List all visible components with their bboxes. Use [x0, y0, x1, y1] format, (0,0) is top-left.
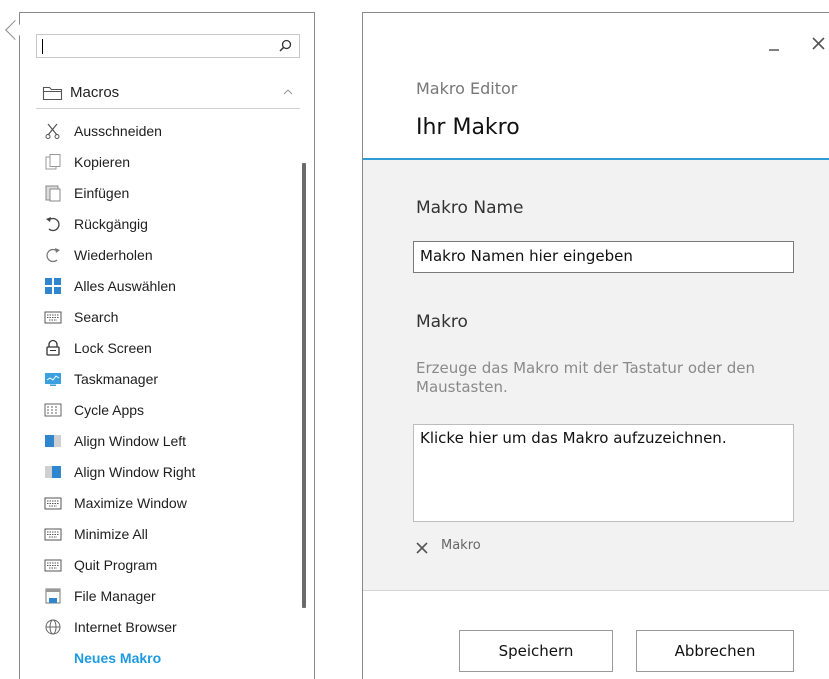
item-label: Wiederholen: [74, 246, 153, 263]
dialog-title: Ihr Makro: [416, 115, 520, 140]
list-item[interactable]: Kopieren: [44, 146, 296, 177]
macro-record-area[interactable]: Klicke hier um das Makro aufzuzeichnen.: [413, 424, 794, 522]
monitor-icon: [44, 370, 62, 388]
item-label: Align Window Right: [74, 463, 196, 480]
item-label: Lock Screen: [74, 339, 152, 356]
list-item[interactable]: Wiederholen: [44, 239, 296, 270]
search-input[interactable]: [36, 34, 300, 58]
macro-name-field[interactable]: Makro Namen hier eingeben: [413, 241, 794, 273]
apps-grid-icon: [44, 401, 62, 419]
list-item[interactable]: Align Window Left: [44, 425, 296, 456]
list-item[interactable]: Taskmanager: [44, 363, 296, 394]
keyboard-icon: [44, 494, 62, 512]
item-label: Align Window Left: [74, 432, 187, 449]
macro-chip: Makro: [415, 537, 481, 555]
item-label: Taskmanager: [74, 370, 159, 387]
item-label: Minimize All: [74, 525, 148, 542]
macro-list-panel: Macros Ausschneiden Kopieren Einfügen Rü…: [19, 12, 315, 679]
item-label: File Manager: [74, 587, 156, 604]
text-caret: [42, 39, 43, 54]
item-label: Alles Auswählen: [74, 277, 176, 294]
macro-name-label: Makro Name: [416, 198, 524, 218]
macro-hint: Erzeuge das Makro mit der Tastatur oder …: [416, 359, 755, 396]
lock-icon: [44, 339, 62, 357]
list-item[interactable]: Alles Auswählen: [44, 270, 296, 301]
item-label: Ausschneiden: [74, 122, 162, 139]
select-all-icon: [44, 277, 62, 295]
macro-label: Makro: [416, 312, 468, 332]
list-item[interactable]: Maximize Window: [44, 487, 296, 518]
chip-label: Makro: [441, 537, 481, 553]
list-item[interactable]: Lock Screen: [44, 332, 296, 363]
keyboard-icon: [44, 525, 62, 543]
list-item[interactable]: Internet Browser: [44, 611, 296, 642]
minimize-button[interactable]: [763, 33, 785, 55]
scissors-icon: [44, 122, 62, 140]
item-label: Kopieren: [74, 153, 131, 170]
macros-group-header[interactable]: Macros: [36, 77, 300, 109]
macro-editor-dialog: Makro Editor Ihr Makro Makro Name Makro …: [362, 12, 829, 679]
folder-icon: [42, 86, 63, 100]
item-label: Search: [74, 308, 119, 325]
keyboard-icon: [44, 308, 62, 326]
copy-icon: [44, 153, 62, 171]
list-item[interactable]: Align Window Right: [44, 456, 296, 487]
list-item[interactable]: Minimize All: [44, 518, 296, 549]
redo-icon: [44, 246, 62, 264]
cancel-button[interactable]: Abbrechen: [636, 630, 794, 672]
item-label: Quit Program: [74, 556, 158, 573]
item-label: Internet Browser: [74, 618, 177, 635]
list-item[interactable]: Ausschneiden: [44, 115, 296, 146]
list-item[interactable]: Einfügen: [44, 177, 296, 208]
scrollbar[interactable]: [302, 163, 306, 608]
chevron-up-icon[interactable]: [282, 86, 294, 98]
list-item[interactable]: File Manager: [44, 580, 296, 611]
macros-group-label: Macros: [70, 84, 120, 101]
list-item[interactable]: Quit Program: [44, 549, 296, 580]
item-label: Einfügen: [74, 184, 130, 201]
remove-icon[interactable]: [415, 541, 429, 555]
save-button[interactable]: Speichern: [459, 630, 613, 672]
dialog-subtitle: Makro Editor: [416, 79, 518, 98]
globe-icon: [44, 618, 62, 636]
paste-icon: [44, 184, 62, 202]
item-label: Rückgängig: [74, 215, 148, 232]
list-item[interactable]: Search: [44, 301, 296, 332]
window-left-icon: [44, 432, 62, 450]
macro-list: Ausschneiden Kopieren Einfügen Rückgängi…: [44, 115, 296, 673]
search-icon[interactable]: [277, 38, 293, 54]
list-item[interactable]: Rückgängig: [44, 208, 296, 239]
new-macro-link[interactable]: Neues Makro: [44, 642, 296, 673]
close-icon[interactable]: [808, 33, 829, 55]
window-right-icon: [44, 463, 62, 481]
item-label: Maximize Window: [74, 494, 187, 511]
list-item[interactable]: Cycle Apps: [44, 394, 296, 425]
undo-icon: [44, 215, 62, 233]
file-manager-icon: [44, 587, 62, 605]
item-label: Cycle Apps: [74, 401, 145, 418]
keyboard-icon: [44, 556, 62, 574]
